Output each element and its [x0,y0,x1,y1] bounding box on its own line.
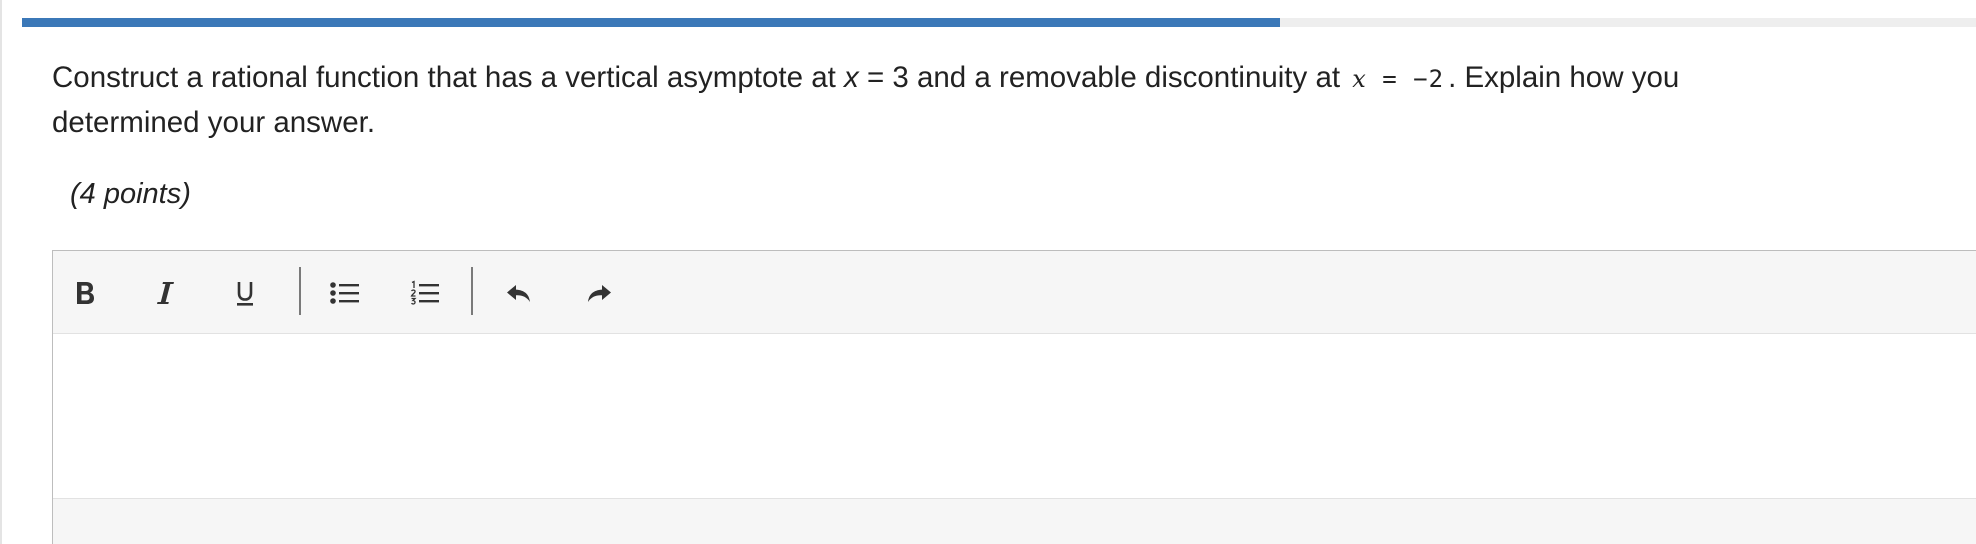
math-value: = −2 [1366,65,1445,93]
points-label: (4 points) [70,178,191,210]
redo-button[interactable] [577,271,621,315]
answer-text-area[interactable] [53,334,1976,498]
toolbar-separator [299,267,301,315]
bulleted-list-icon [330,282,359,304]
question-text-part: = 3 and a removable discontinuity at [858,61,1349,94]
numbered-list-icon [410,280,439,305]
math-expression: x = −2 [1348,65,1448,93]
toolbar-separator [471,267,473,315]
question-line-2: determined your answer. [52,106,376,139]
question-text-part: . Explain how you [1448,61,1680,94]
rich-text-editor [52,250,1976,544]
variable-x: x [844,61,859,94]
left-border [0,0,2,544]
question-text-part: Construct a rational function that has a… [52,61,844,94]
underline-button[interactable] [223,271,267,315]
question-line-1: Construct a rational function that has a… [52,56,1952,101]
redo-icon [588,285,611,302]
editor-toolbar [53,251,1976,334]
math-variable-x: x [1352,65,1367,93]
underline-icon [237,282,253,306]
italic-button[interactable] [143,271,187,315]
progress-bar [22,18,1976,27]
bold-button[interactable] [63,271,107,315]
question-page: Construct a rational function that has a… [0,0,1976,544]
editor-status-bar [53,498,1976,544]
numbered-list-button[interactable] [403,271,447,315]
italic-icon [157,282,174,304]
undo-icon [507,285,530,302]
undo-button[interactable] [497,271,541,315]
bulleted-list-button[interactable] [323,271,367,315]
bold-icon [77,282,94,304]
question-text: Construct a rational function that has a… [52,56,1952,145]
progress-bar-fill [22,18,1281,27]
